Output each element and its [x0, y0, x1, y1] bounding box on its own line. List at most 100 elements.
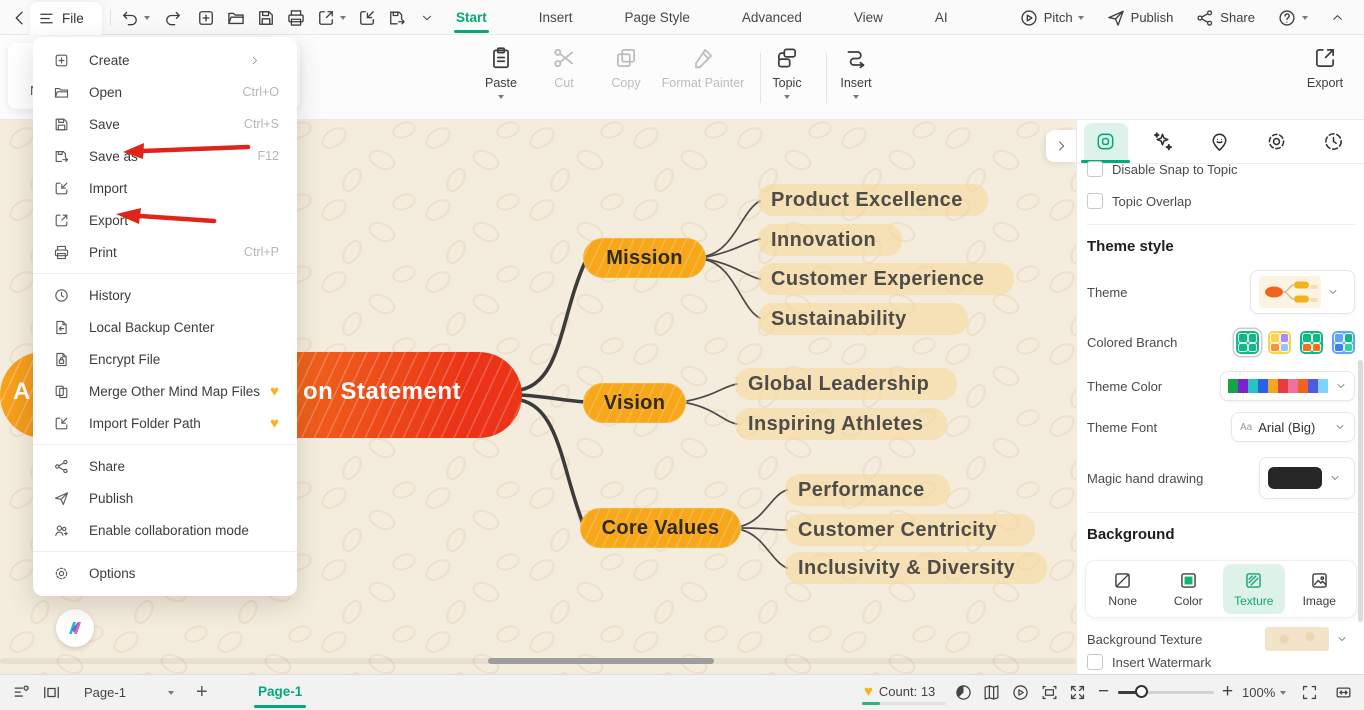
tab-advanced[interactable]: Advanced	[716, 0, 828, 35]
menu-item-save[interactable]: Save Ctrl+S	[33, 108, 297, 140]
publish-button[interactable]: Publish	[1097, 0, 1183, 35]
zoom-out-button[interactable]: −	[1098, 681, 1109, 703]
watermark-checkbox-row[interactable]: Insert Watermark	[1087, 654, 1355, 670]
background-option-texture[interactable]: Texture	[1222, 564, 1285, 614]
fullscreen-button[interactable]	[1300, 683, 1319, 702]
branch-node-core-values[interactable]: Core Values	[580, 508, 741, 548]
menu-item-create[interactable]: Create	[33, 44, 297, 76]
background-option-color[interactable]: Color	[1157, 564, 1219, 614]
overlap-checkbox[interactable]	[1087, 193, 1103, 209]
back-button[interactable]	[10, 0, 30, 35]
fit-width-button[interactable]	[1334, 683, 1353, 702]
colored-branch-swatch-1[interactable]	[1236, 331, 1259, 354]
menu-item-enable-collaboration-mode[interactable]: Enable collaboration mode	[33, 514, 297, 546]
menu-item-export[interactable]: Export	[33, 204, 297, 236]
menu-item-publish[interactable]: Publish	[33, 482, 297, 514]
menu-item-options[interactable]: Options	[33, 557, 297, 589]
edrawmind-logo[interactable]	[56, 609, 94, 647]
undo-button[interactable]	[120, 0, 150, 35]
zoom-slider[interactable]	[1118, 685, 1214, 698]
redo-button[interactable]	[163, 0, 183, 35]
overlap-checkbox-row[interactable]: Topic Overlap	[1087, 193, 1355, 209]
menu-item-open[interactable]: Open Ctrl+O	[33, 76, 297, 108]
task-timer-button[interactable]	[954, 683, 973, 702]
import-quick-button[interactable]	[357, 0, 377, 35]
background-option-none[interactable]: None	[1092, 564, 1154, 614]
snap-checkbox-row[interactable]: Disable Snap to Topic	[1087, 161, 1355, 177]
open-button[interactable]	[226, 0, 246, 35]
export-quick-button[interactable]	[316, 0, 346, 35]
save-button[interactable]	[256, 0, 276, 35]
zoom-level-select[interactable]: 100%	[1242, 685, 1287, 700]
pitch-button[interactable]: Pitch	[1010, 0, 1093, 35]
topic-count[interactable]: ♥ Count: 13	[864, 683, 935, 700]
panel-tab-ai[interactable]	[1134, 119, 1191, 163]
background-texture-select[interactable]	[1258, 626, 1355, 652]
insert-topic-button[interactable]: Insert	[816, 45, 896, 99]
canvas-scrollbar-thumb[interactable]	[488, 658, 714, 664]
subtopic-inclusivity-diversity[interactable]: Inclusivity & Diversity	[785, 552, 1047, 584]
undo-caret-icon[interactable]	[144, 15, 150, 20]
colored-branch-swatch-3[interactable]	[1300, 331, 1323, 354]
colored-branch-swatch-4[interactable]	[1332, 331, 1355, 354]
tab-ai[interactable]: AI	[909, 0, 974, 35]
menu-item-merge-other-mind-map-files[interactable]: Merge Other Mind Map Files ♥	[33, 375, 297, 407]
subtopic-customer-experience[interactable]: Customer Experience	[758, 263, 1014, 295]
topic-button[interactable]: Topic	[747, 45, 827, 99]
collapse-ribbon-button[interactable]	[1321, 0, 1354, 35]
menu-item-import[interactable]: Import	[33, 172, 297, 204]
theme-select[interactable]	[1250, 270, 1355, 314]
fit-frame-button[interactable]	[1040, 683, 1059, 702]
expand-button[interactable]	[1068, 683, 1087, 702]
menu-item-encrypt-file[interactable]: Encrypt File	[33, 343, 297, 375]
subtopic-product-excellence[interactable]: Product Excellence	[758, 184, 988, 216]
export-button[interactable]: Export	[1285, 45, 1364, 90]
subtopic-performance[interactable]: Performance	[785, 474, 950, 506]
theme-font-select[interactable]: Aa Arial (Big)	[1231, 412, 1355, 442]
menu-item-import-folder-path[interactable]: Import Folder Path ♥	[33, 407, 297, 439]
subtopic-customer-centricity[interactable]: Customer Centricity	[785, 514, 1035, 546]
watermark-checkbox[interactable]	[1087, 654, 1103, 670]
panel-scrollbar-thumb[interactable]	[1358, 360, 1363, 622]
panel-tab-sticker[interactable]	[1191, 119, 1248, 163]
panel-tab-history[interactable]	[1305, 119, 1362, 163]
navigation-map-button[interactable]	[982, 683, 1001, 702]
menu-item-history[interactable]: History	[33, 279, 297, 311]
colored-branch-swatch-2[interactable]	[1268, 331, 1291, 354]
tab-view[interactable]: View	[828, 0, 909, 35]
page-tab-active[interactable]: Page-1	[250, 684, 310, 708]
branch-node-vision[interactable]: Vision	[583, 383, 686, 423]
topic-caret-icon[interactable]	[784, 95, 790, 99]
page-select[interactable]: Page-1	[84, 685, 174, 700]
print-button[interactable]	[286, 0, 306, 35]
share-button[interactable]: Share	[1186, 0, 1264, 35]
help-button[interactable]	[1268, 0, 1317, 35]
subtopic-sustainability[interactable]: Sustainability	[758, 303, 968, 335]
background-option-image[interactable]: Image	[1288, 564, 1350, 614]
menu-item-local-backup-center[interactable]: Local Backup Center	[33, 311, 297, 343]
zoom-slider-knob[interactable]	[1135, 685, 1148, 698]
zoom-in-button[interactable]: +	[1222, 681, 1233, 703]
zoom-slider-track[interactable]	[1118, 685, 1214, 698]
menu-item-print[interactable]: Print Ctrl+P	[33, 236, 297, 268]
menu-item-save-as[interactable]: Save as F12	[33, 140, 297, 172]
subtopic-innovation[interactable]: Innovation	[758, 224, 902, 256]
paste-caret-icon[interactable]	[498, 95, 504, 99]
outline-button[interactable]	[12, 683, 31, 702]
slideshow-button[interactable]	[42, 683, 61, 702]
tab-insert[interactable]: Insert	[513, 0, 599, 35]
theme-color-select[interactable]	[1220, 371, 1355, 401]
subtopic-inspiring-athletes[interactable]: Inspiring Athletes	[735, 408, 947, 440]
add-page-button[interactable]: +	[196, 681, 208, 704]
panel-tab-theme[interactable]	[1077, 119, 1134, 163]
export-caret-icon[interactable]	[340, 15, 346, 20]
insert-caret-icon[interactable]	[853, 95, 859, 99]
branch-node-mission[interactable]: Mission	[583, 238, 706, 278]
tab-start[interactable]: Start	[430, 0, 513, 35]
panel-tab-style[interactable]	[1248, 119, 1305, 163]
snap-checkbox[interactable]	[1087, 161, 1103, 177]
panel-collapse-button[interactable]	[1046, 130, 1076, 162]
format-painter-button[interactable]: Format Painter	[653, 45, 753, 90]
save-as-quick-button[interactable]	[387, 0, 407, 35]
new-document-button[interactable]	[196, 0, 216, 35]
